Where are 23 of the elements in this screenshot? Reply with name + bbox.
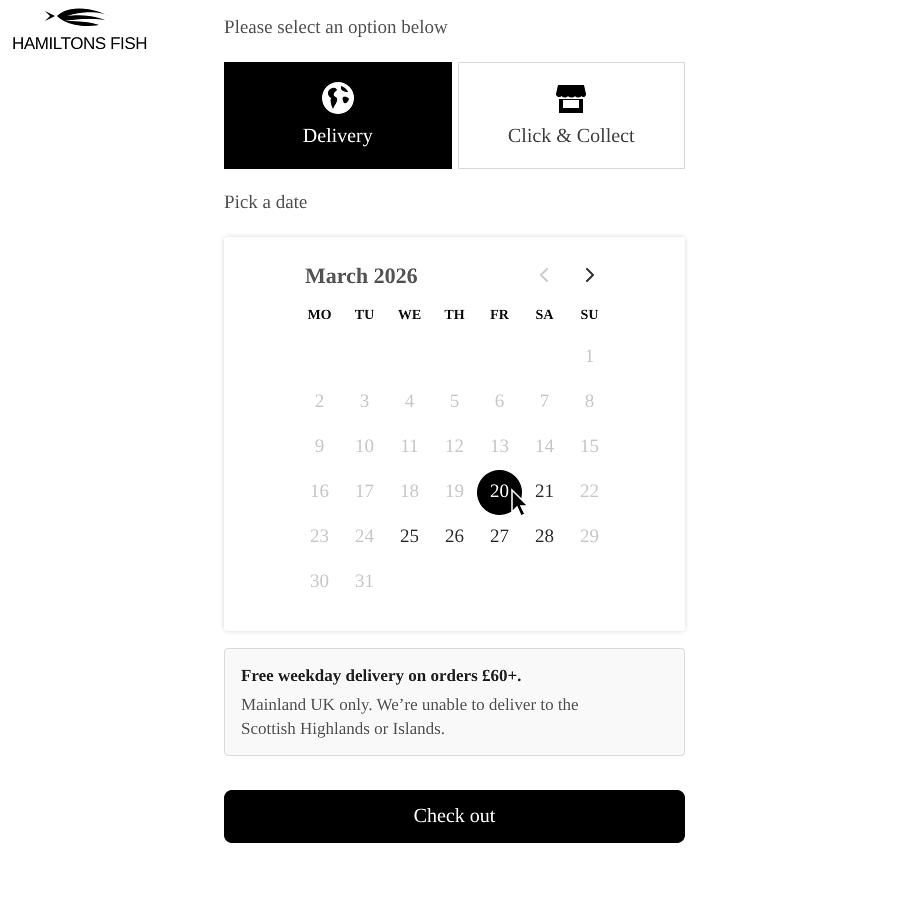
- calendar-date[interactable]: 27: [490, 523, 509, 552]
- checkout-button[interactable]: Check out: [224, 790, 685, 842]
- weekday-label: TH: [444, 306, 465, 324]
- weekday-label: FR: [490, 306, 509, 324]
- selected-date[interactable]: 20: [477, 470, 522, 515]
- globe-icon: [320, 80, 355, 114]
- calendar-date[interactable]: 28: [535, 523, 554, 552]
- delivery-option-tile[interactable]: Click & Collect: [458, 62, 685, 169]
- calendar-date[interactable]: 26: [445, 523, 464, 552]
- notice-text: Mainland UK only. We’re unable to deliver to the Scottish Highlands or Islands.: [241, 694, 580, 740]
- section-heading: Pick a date: [224, 191, 308, 215]
- calendar-month-title: March 2026: [305, 262, 418, 290]
- notice-title: Free weekday delivery on orders £60+.: [241, 665, 522, 687]
- delivery-option-tile[interactable]: Delivery: [224, 62, 452, 169]
- calendar-date[interactable]: 25: [400, 523, 419, 552]
- section-heading: Please select an option below: [224, 16, 449, 40]
- weekday-label: SA: [536, 306, 554, 324]
- weekday-label: SU: [580, 306, 598, 324]
- weekday-label: MO: [307, 306, 332, 324]
- calendar-date[interactable]: 21: [535, 478, 554, 507]
- weekday-label: WE: [398, 306, 422, 324]
- logo-text: HAMILTONS FISH: [12, 33, 148, 55]
- weekday-label: TU: [354, 306, 374, 324]
